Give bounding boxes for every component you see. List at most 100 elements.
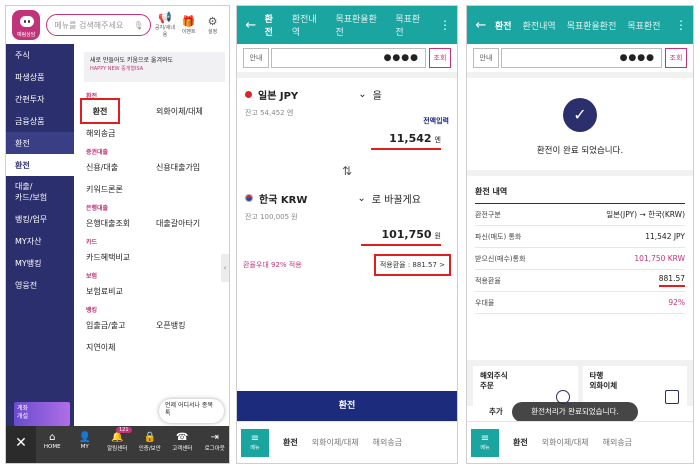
exchange-button[interactable]: 환전 bbox=[237, 391, 457, 421]
subnav-exchange[interactable]: 환전 bbox=[513, 437, 528, 448]
menu-item-exchange[interactable]: 환전 bbox=[80, 98, 120, 124]
section-title: 뱅킹 bbox=[86, 307, 98, 314]
from-suffix: 을 bbox=[372, 90, 382, 102]
menu-item-loan-switch[interactable]: 대출갈아타기 bbox=[156, 218, 226, 229]
account-password-field[interactable]: ●●●● bbox=[501, 48, 662, 68]
support-button[interactable]: ☎ 고객센터 bbox=[166, 426, 199, 463]
chevron-left-icon[interactable]: ‹ bbox=[221, 254, 229, 282]
from-currency-select[interactable]: 일본 JPY ⌄ 을 bbox=[237, 84, 457, 104]
top-tab-bar: ← 환전 환전내역 목표환율환전 목표환전 ⋮ bbox=[237, 6, 457, 44]
account-label[interactable]: 안내 bbox=[473, 48, 499, 68]
japan-flag-icon bbox=[245, 90, 252, 98]
toast-message: 환전처리가 완료되었습니다. bbox=[512, 402, 638, 422]
menu-screen: 예림상담 메뉴를 검색해주세요 🎙 📢 공지/새내용 🎁 이벤트 ⚙ 설정 주식 파생… bbox=[5, 5, 230, 464]
tab-exchange[interactable]: 환전 bbox=[265, 12, 281, 38]
tab-target-rate[interactable]: 목표환율환전 bbox=[335, 12, 384, 38]
logout-button[interactable]: ⇥ 로그아웃 bbox=[199, 426, 230, 463]
notice-button[interactable]: 📢 공지/새내용 bbox=[154, 12, 175, 39]
applied-rate-button[interactable]: 적용환율 : 881.57 > bbox=[373, 254, 451, 276]
promo-banner[interactable]: 새로 만들어도 키움으로 옮겨와도 HAPPY NEW 중개형ISA bbox=[84, 52, 225, 82]
home-button[interactable]: ⌂ HOME bbox=[36, 426, 69, 463]
menu-row: 입출금/출고 오픈뱅킹 bbox=[74, 314, 229, 336]
mascot-icon bbox=[20, 16, 34, 27]
chevron-down-icon[interactable]: ⌄ bbox=[358, 89, 366, 100]
home-icon: ⌂ bbox=[49, 432, 56, 443]
sidebar-item-my-assets[interactable]: MY자산 bbox=[6, 230, 74, 252]
search-input[interactable]: 메뉴를 검색해주세요 🎙 bbox=[46, 14, 152, 36]
tab-history[interactable]: 환전내역 bbox=[292, 12, 325, 38]
account-label[interactable]: 안내 bbox=[243, 48, 269, 68]
security-button[interactable]: 🔒 인증/보안 bbox=[134, 426, 167, 463]
shortcut-cards: 해외주식 주문 타행 외화이체 bbox=[467, 360, 693, 406]
avatar[interactable]: 예림상담 bbox=[12, 10, 41, 40]
from-amount-input[interactable]: 11,542 엔 bbox=[371, 132, 441, 150]
subnav-fx-transfer[interactable]: 외화이체/대체 bbox=[542, 437, 589, 448]
menu-item-deposit[interactable]: 입출금/출고 bbox=[86, 320, 156, 331]
full-amount-button[interactable]: 전액입력 bbox=[423, 116, 449, 126]
lookup-button[interactable]: 조회 bbox=[429, 48, 451, 68]
subnav-overseas-remit[interactable]: 해외송금 bbox=[603, 437, 632, 448]
menu-row: 은행대출조회 대출갈아타기 bbox=[74, 212, 229, 234]
check-icon: ✓ bbox=[563, 98, 597, 132]
my-button[interactable]: 👤 MY bbox=[69, 426, 102, 463]
menu-item-card-compare[interactable]: 카드혜택비교 bbox=[86, 252, 206, 263]
chevron-down-icon[interactable]: ⌄ bbox=[357, 193, 365, 204]
stock-talk-button[interactable]: 언제 어디서나 종목톡 bbox=[159, 399, 224, 423]
sidebar-item-easy-invest[interactable]: 간편투자 bbox=[6, 88, 74, 110]
to-currency-select[interactable]: 한국 KRW ⌄ 로 바꿀게요 bbox=[237, 188, 457, 208]
mic-icon[interactable]: 🎙 bbox=[133, 21, 143, 30]
sidebar-item-exchange[interactable]: 환전 bbox=[6, 154, 74, 176]
menu-item-bank-loan[interactable]: 은행대출조회 bbox=[86, 218, 156, 229]
alarm-button[interactable]: 121 🔔 알림센터 bbox=[101, 426, 134, 463]
from-currency-name: 일본 JPY bbox=[258, 90, 299, 102]
menu-item-fx-transfer[interactable]: 외화이체/대체 bbox=[156, 106, 226, 117]
menu-item-credit-loan[interactable]: 신용/대출 bbox=[86, 162, 156, 173]
menu-row: 해외송금 bbox=[74, 122, 229, 144]
back-arrow-icon[interactable]: ← bbox=[237, 18, 265, 33]
to-amount-unit: 원 bbox=[434, 232, 441, 240]
sidebar-item-my-banking[interactable]: MY뱅킹 bbox=[6, 252, 74, 274]
back-arrow-icon[interactable]: ← bbox=[467, 18, 495, 33]
sidebar-item-loan[interactable]: 대출/ 카드/보험 bbox=[6, 176, 74, 208]
menu-item-keyword-loan[interactable]: 키워드론론 bbox=[86, 184, 156, 195]
sidebar-item-banking[interactable]: 뱅킹/업무 bbox=[6, 208, 74, 230]
menu-button[interactable]: ≡ 메뉴 bbox=[471, 428, 499, 457]
row-value: 11,542 JPY bbox=[645, 232, 685, 241]
subnav-exchange[interactable]: 환전 bbox=[283, 437, 298, 448]
more-icon[interactable]: ⋮ bbox=[439, 18, 451, 32]
sidebar-item-exchange-group[interactable]: 환전 bbox=[6, 132, 74, 154]
tab-target-exchange[interactable]: 목표환전 bbox=[395, 12, 428, 38]
overseas-stock-card[interactable]: 해외주식 주문 bbox=[473, 366, 578, 406]
table-row: 우대율 92% bbox=[475, 292, 685, 314]
sidebar-item-derivatives[interactable]: 파생상품 bbox=[6, 66, 74, 88]
to-suffix: 로 바꿀게요 bbox=[371, 194, 421, 206]
more-icon[interactable]: ⋮ bbox=[675, 18, 687, 32]
other-bank-transfer-card[interactable]: 타행 외화이체 bbox=[582, 366, 687, 406]
sidebar-item-hero[interactable]: 영웅전 bbox=[6, 274, 74, 296]
settings-button[interactable]: ⚙ 설정 bbox=[202, 15, 223, 35]
swap-icon[interactable]: ⇅ bbox=[237, 164, 457, 178]
menu-item-delayed-transfer[interactable]: 지연이체 bbox=[86, 342, 156, 353]
menu-button[interactable]: ≡ 메뉴 bbox=[241, 428, 269, 457]
row-value: 101,750 KRW bbox=[634, 254, 685, 263]
event-button[interactable]: 🎁 이벤트 bbox=[178, 15, 199, 35]
rate-discount-note: 환율우대 92% 적용 bbox=[243, 261, 302, 269]
menu-item-overseas-remit[interactable]: 해외송금 bbox=[86, 128, 156, 139]
sidebar-item-stocks[interactable]: 주식 bbox=[6, 44, 74, 66]
tab-history[interactable]: 환전내역 bbox=[523, 19, 556, 32]
close-icon[interactable]: ✕ bbox=[6, 426, 36, 463]
menu-item-credit-signup[interactable]: 신용대출가입 bbox=[156, 162, 226, 173]
menu-item-insurance[interactable]: 보험료비교 bbox=[86, 286, 156, 297]
support-label: 고객센터 bbox=[172, 446, 193, 452]
tab-target-rate[interactable]: 목표환율환전 bbox=[567, 19, 617, 32]
subnav-fx-transfer[interactable]: 외화이체/대체 bbox=[312, 437, 359, 448]
menu-item-open-banking[interactable]: 오픈뱅킹 bbox=[156, 320, 226, 331]
transfer-icon bbox=[665, 390, 679, 404]
tab-exchange[interactable]: 환전 bbox=[495, 19, 512, 32]
open-account-button[interactable]: 계좌 개설 bbox=[14, 402, 70, 426]
account-password-field[interactable]: ●●●● bbox=[271, 48, 426, 68]
subnav-overseas-remit[interactable]: 해외송금 bbox=[373, 437, 402, 448]
sidebar-item-financial[interactable]: 금융상품 bbox=[6, 110, 74, 132]
tab-target-exchange[interactable]: 목표환전 bbox=[627, 19, 660, 32]
lookup-button[interactable]: 조회 bbox=[665, 48, 687, 68]
